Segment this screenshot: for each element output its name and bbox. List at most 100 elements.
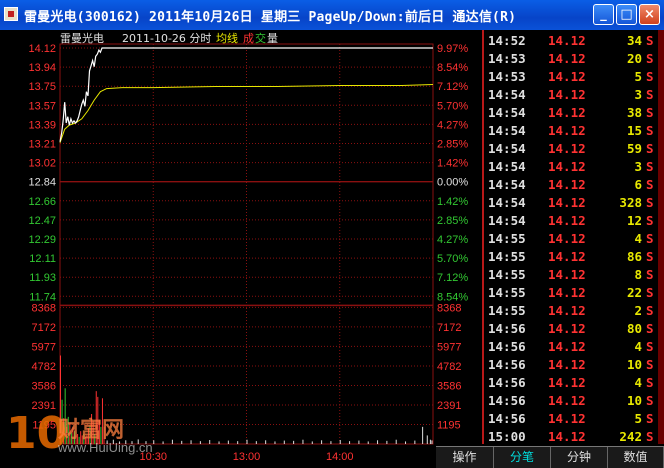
tab-0[interactable]: 操作: [436, 447, 494, 468]
tick-time: 14:54: [488, 141, 526, 156]
tick-side: S: [646, 375, 654, 390]
tick-list-scrollbar[interactable]: [658, 30, 664, 444]
tick-price: 14.12: [548, 249, 586, 264]
volume-tick-label-right: 5977: [437, 341, 461, 353]
tick-volume: 22: [626, 285, 642, 300]
tick-volume: 86: [626, 249, 642, 264]
tick-price: 14.12: [548, 177, 586, 192]
percent-tick-label: 5.70%: [437, 253, 468, 265]
tick-row[interactable]: 14:55 14.12 86 S: [484, 247, 660, 266]
tick-row[interactable]: 14:56 14.12 10 S: [484, 355, 660, 374]
tick-row[interactable]: 14:56 14.12 4 S: [484, 373, 660, 392]
percent-tick-label: 7.12%: [437, 272, 468, 284]
price-tick-label: 12.84: [28, 177, 56, 189]
avg-line-label: 均线: [216, 31, 238, 45]
chart-header: 雷曼光电 2011-10-26 分时 均线 成 交 量: [60, 31, 278, 45]
volume-tick-label-right: 7172: [437, 322, 461, 334]
tab-2[interactable]: 分钟: [551, 447, 608, 468]
tick-row[interactable]: 14:55 14.12 22 S: [484, 283, 660, 302]
tick-time: 14:54: [488, 105, 526, 120]
maximize-button[interactable]: □: [616, 4, 637, 25]
app-window: 雷曼光电(300162) 2011年10月26日 星期三 PageUp/Down…: [0, 0, 664, 468]
tick-side: S: [646, 69, 654, 84]
percent-tick-label: 4.27%: [437, 234, 468, 246]
tick-time: 14:56: [488, 375, 526, 390]
tick-price: 14.12: [548, 411, 586, 426]
tick-volume: 59: [626, 141, 642, 156]
tick-volume: 80: [626, 321, 642, 336]
tick-row[interactable]: 15:00 14.12 242 S: [484, 427, 660, 446]
tick-row[interactable]: 14:54 14.12 3 S: [484, 85, 660, 104]
tick-list[interactable]: 14:52 14.12 34 S 14:53 14.12 20 S 14:53 14.12 5 S 14…: [482, 30, 664, 444]
tick-side: S: [646, 105, 654, 120]
tick-row[interactable]: 14:54 14.12 12 S: [484, 211, 660, 230]
price-axis-left: 14.12 13.94 13.75 13.57 13.39 13.21 13.02 12.84…: [28, 43, 56, 303]
chart-canvas[interactable]: 14.12 13.94 13.75 13.57 13.39 13.21 13.02 12.84…: [0, 30, 480, 467]
intraday-chart[interactable]: 14.12 13.94 13.75 13.57 13.39 13.21 13.02 12.84…: [0, 30, 480, 467]
time-tick-label: 13:00: [233, 451, 261, 463]
price-tick-label: 13.57: [28, 100, 56, 112]
tick-side: S: [646, 213, 654, 228]
volume-tick-label: 2391: [32, 400, 56, 412]
tick-price: 14.12: [548, 339, 586, 354]
tick-row[interactable]: 14:56 14.12 5 S: [484, 409, 660, 428]
tick-volume: 5: [634, 411, 642, 426]
tick-volume: 2: [634, 303, 642, 318]
percent-tick-label: 4.27%: [437, 119, 468, 131]
tick-side: S: [646, 159, 654, 174]
price-tick-label: 13.02: [28, 158, 56, 170]
tick-side: S: [646, 141, 654, 156]
tab-3[interactable]: 数值: [608, 447, 664, 468]
tick-row[interactable]: 14:56 14.12 10 S: [484, 391, 660, 410]
tick-row[interactable]: 14:54 14.12 15 S: [484, 121, 660, 140]
volume-tick-label-right: 1195: [437, 419, 461, 431]
tick-row[interactable]: 14:56 14.12 4 S: [484, 337, 660, 356]
tick-volume: 4: [634, 339, 642, 354]
tick-row[interactable]: 14:52 14.12 34 S: [484, 31, 660, 50]
tick-volume: 3: [634, 159, 642, 174]
volume-label-2: 交: [255, 31, 266, 45]
tick-time: 14:56: [488, 411, 526, 426]
title-bar[interactable]: 雷曼光电(300162) 2011年10月26日 星期三 PageUp/Down…: [0, 0, 664, 30]
tick-side: S: [646, 51, 654, 66]
price-tick-label: 11.93: [29, 272, 56, 284]
close-button[interactable]: ×: [639, 4, 660, 25]
tick-price: 14.12: [548, 429, 586, 444]
tick-row[interactable]: 14:53 14.12 5 S: [484, 67, 660, 86]
tick-time: 14:53: [488, 51, 526, 66]
minimize-button[interactable]: _: [593, 4, 614, 25]
tick-row[interactable]: 14:55 14.12 2 S: [484, 301, 660, 320]
tick-row[interactable]: 14:54 14.12 328 S: [484, 193, 660, 212]
tick-row[interactable]: 14:55 14.12 4 S: [484, 229, 660, 248]
volume-tick-label: 7172: [32, 322, 56, 334]
tick-row[interactable]: 14:53 14.12 20 S: [484, 49, 660, 68]
tick-side: S: [646, 321, 654, 336]
price-tick-label: 12.29: [28, 234, 56, 246]
app-icon: [4, 7, 18, 21]
volume-tick-label: 1195: [32, 419, 56, 431]
tick-row[interactable]: 14:54 14.12 59 S: [484, 139, 660, 158]
percent-tick-label: 9.97%: [437, 43, 468, 55]
volume-label-3: 量: [267, 32, 278, 45]
tick-side: S: [646, 195, 654, 210]
tick-side: S: [646, 231, 654, 246]
tab-1[interactable]: 分笔: [494, 447, 551, 468]
tick-volume: 10: [626, 393, 642, 408]
tick-row[interactable]: 14:54 14.12 3 S: [484, 157, 660, 176]
tick-price: 14.12: [548, 303, 586, 318]
tick-row[interactable]: 14:55 14.12 8 S: [484, 265, 660, 284]
tick-row[interactable]: 14:54 14.12 6 S: [484, 175, 660, 194]
tick-row[interactable]: 14:54 14.12 38 S: [484, 103, 660, 122]
tick-side: S: [646, 303, 654, 318]
tick-volume: 20: [626, 51, 642, 66]
tick-row[interactable]: 14:56 14.12 80 S: [484, 319, 660, 338]
tick-price: 14.12: [548, 267, 586, 282]
price-tick-label: 14.12: [28, 43, 56, 55]
volume-tick-label: 8368: [32, 302, 56, 314]
price-tick-label: 12.47: [28, 215, 56, 227]
tick-side: S: [646, 339, 654, 354]
tick-price: 14.12: [548, 159, 586, 174]
tick-volume: 6: [634, 177, 642, 192]
percent-tick-label: 0.00%: [437, 177, 468, 189]
tick-side: S: [646, 123, 654, 138]
